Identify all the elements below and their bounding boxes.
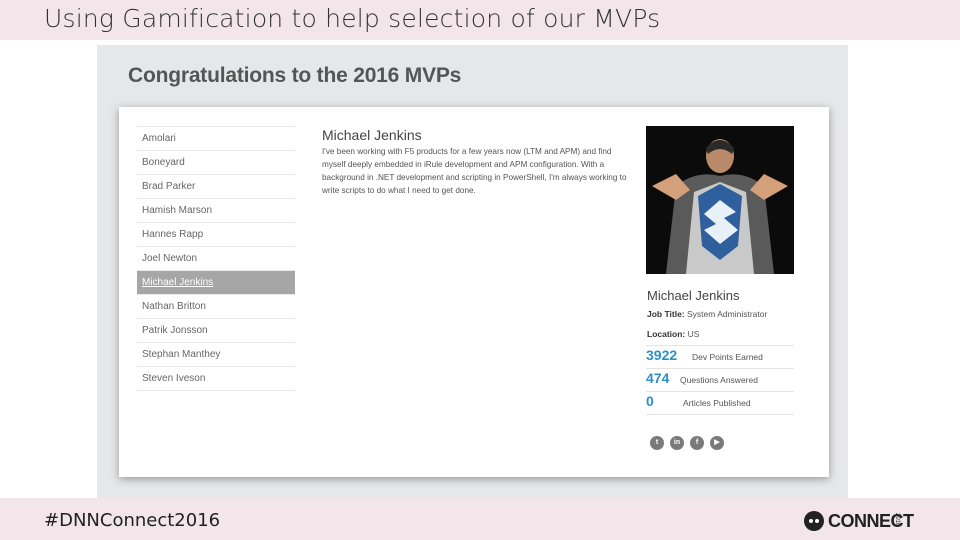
mvp-list-item[interactable]: Michael Jenkins: [137, 271, 295, 295]
stat-dev-points: 3922 Dev Points Earned: [646, 345, 794, 369]
slide-title: Using Gamification to help selection of …: [44, 4, 661, 33]
mvp-list-item[interactable]: Hamish Marson: [137, 199, 295, 223]
superhero-photo-icon: [646, 126, 794, 274]
job-title-label: Job Title:: [647, 309, 685, 319]
stat-questions-answered: 474 Questions Answered: [646, 369, 794, 392]
connect-logo: CONNECT 2016: [804, 510, 914, 534]
job-title-row: Job Title: System Administrator: [647, 309, 767, 319]
mvp-card: Amolari Boneyard Brad Parker Hamish Marson H…: [119, 107, 829, 477]
location-label: Location:: [647, 329, 686, 339]
profile-photo: [646, 126, 794, 274]
mvp-list-item[interactable]: Hannes Rapp: [137, 223, 295, 247]
twitter-icon[interactable]: t: [650, 436, 664, 450]
bio-text: I've been working with F5 products for a…: [322, 147, 627, 195]
logo-text: CONNECT: [828, 511, 914, 531]
stat-articles-published: 0 Articles Published: [646, 392, 794, 415]
job-title-value: System Administrator: [687, 309, 768, 319]
location-value: US: [687, 329, 700, 339]
stat-label: Questions Answered: [680, 375, 758, 385]
facebook-icon[interactable]: f: [690, 436, 704, 450]
hashtag: #DNNConnect2016: [44, 510, 221, 531]
stat-label: Dev Points Earned: [692, 352, 763, 362]
bio-name: Michael Jenkins: [322, 127, 422, 143]
youtube-icon[interactable]: ▶: [710, 436, 724, 450]
mvp-list: Amolari Boneyard Brad Parker Hamish Marson H…: [137, 126, 295, 391]
page-heading: Congratulations to the 2016 MVPs: [128, 64, 462, 87]
mvp-list-item[interactable]: Brad Parker: [137, 175, 295, 199]
mvp-list-item[interactable]: Amolari: [137, 127, 295, 151]
mvp-list-item[interactable]: Steven Iveson: [137, 367, 295, 391]
stat-value: 474: [646, 370, 670, 386]
mvp-list-item[interactable]: Boneyard: [137, 151, 295, 175]
profile-name: Michael Jenkins: [647, 288, 740, 303]
stat-value: 3922: [646, 347, 678, 363]
mvp-page-screenshot: Congratulations to the 2016 MVPs Amolari…: [97, 45, 848, 498]
location-row: Location: US: [647, 329, 699, 339]
linkedin-icon[interactable]: in: [670, 436, 684, 450]
mvp-list-item[interactable]: Stephan Manthey: [137, 343, 295, 367]
stat-label: Articles Published: [683, 398, 751, 408]
logo-year: 2016: [894, 513, 900, 527]
stat-value: 0: [646, 393, 654, 409]
mvp-list-item[interactable]: Nathan Britton: [137, 295, 295, 319]
mvp-list-item[interactable]: Patrik Jonsson: [137, 319, 295, 343]
mvp-list-item[interactable]: Joel Newton: [137, 247, 295, 271]
logo-mark-icon: [804, 511, 824, 531]
